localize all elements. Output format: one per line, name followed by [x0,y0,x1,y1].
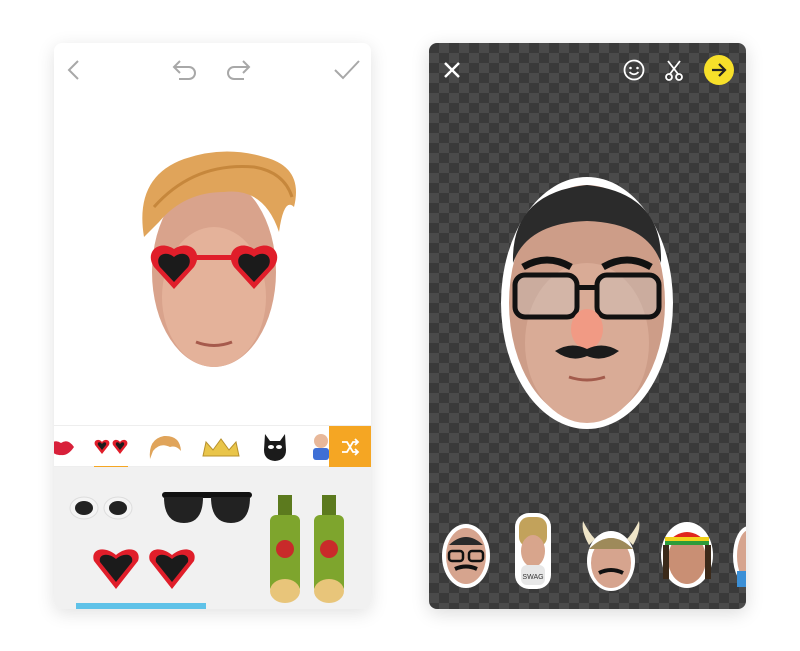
category-glasses[interactable] [90,430,132,468]
black-sunglasses-icon[interactable] [160,489,254,527]
bird-costume-face-icon[interactable]: SWAG [509,513,557,589]
crown-icon [202,438,240,457]
shuffle-icon [342,438,360,456]
red-heart-sunglasses-icon[interactable] [90,545,202,593]
arrow-right-icon [712,63,727,77]
hair-icon [149,435,181,459]
category-bar [54,425,371,468]
beer-bottle-glasses-icon[interactable] [266,495,354,607]
checkmark-icon [334,60,360,80]
groucho-face-icon[interactable] [441,523,491,589]
sticker-editor-screen [54,43,371,609]
editor-toolbar [54,43,371,97]
partial-face-icon[interactable] [731,523,746,589]
next-button-wrap [704,55,734,85]
undo-button[interactable] [169,55,199,85]
scissors-icon [665,60,683,81]
category-mask[interactable] [254,430,296,464]
rasta-face-icon[interactable] [659,517,715,589]
category-hair[interactable] [144,430,186,464]
heart-sunglasses-icon [94,439,128,454]
done-button[interactable] [332,55,362,85]
undo-icon [172,60,196,80]
app-showcase: SWAG [0,0,800,651]
editor-canvas[interactable] [54,97,371,425]
face-carousel: SWAG [429,513,746,595]
shuffle-button[interactable] [329,426,371,468]
face-cutout-sticker[interactable] [497,173,677,433]
viking-face-icon[interactable] [579,519,643,591]
back-button[interactable] [60,55,90,85]
palm-flamingo-glasses-icon[interactable] [76,603,206,609]
category-lips[interactable] [54,430,82,464]
sticker-grid [54,467,371,609]
category-crown[interactable] [200,430,242,464]
smiley-icon [623,59,645,81]
next-button[interactable] [704,55,734,85]
redo-icon [227,60,251,80]
cut-button[interactable] [659,55,689,85]
mask-icon [264,434,286,461]
emoji-button[interactable] [619,55,649,85]
close-icon [444,62,460,78]
swag-label: SWAG [522,574,543,581]
white-sunglasses-icon[interactable] [68,493,134,521]
close-button[interactable] [437,55,467,85]
lips-icon [54,441,74,456]
face-cutout-screen: SWAG [429,43,746,609]
chevron-left-icon [67,60,79,80]
redo-button[interactable] [224,55,254,85]
face-with-stickers[interactable] [134,147,299,377]
